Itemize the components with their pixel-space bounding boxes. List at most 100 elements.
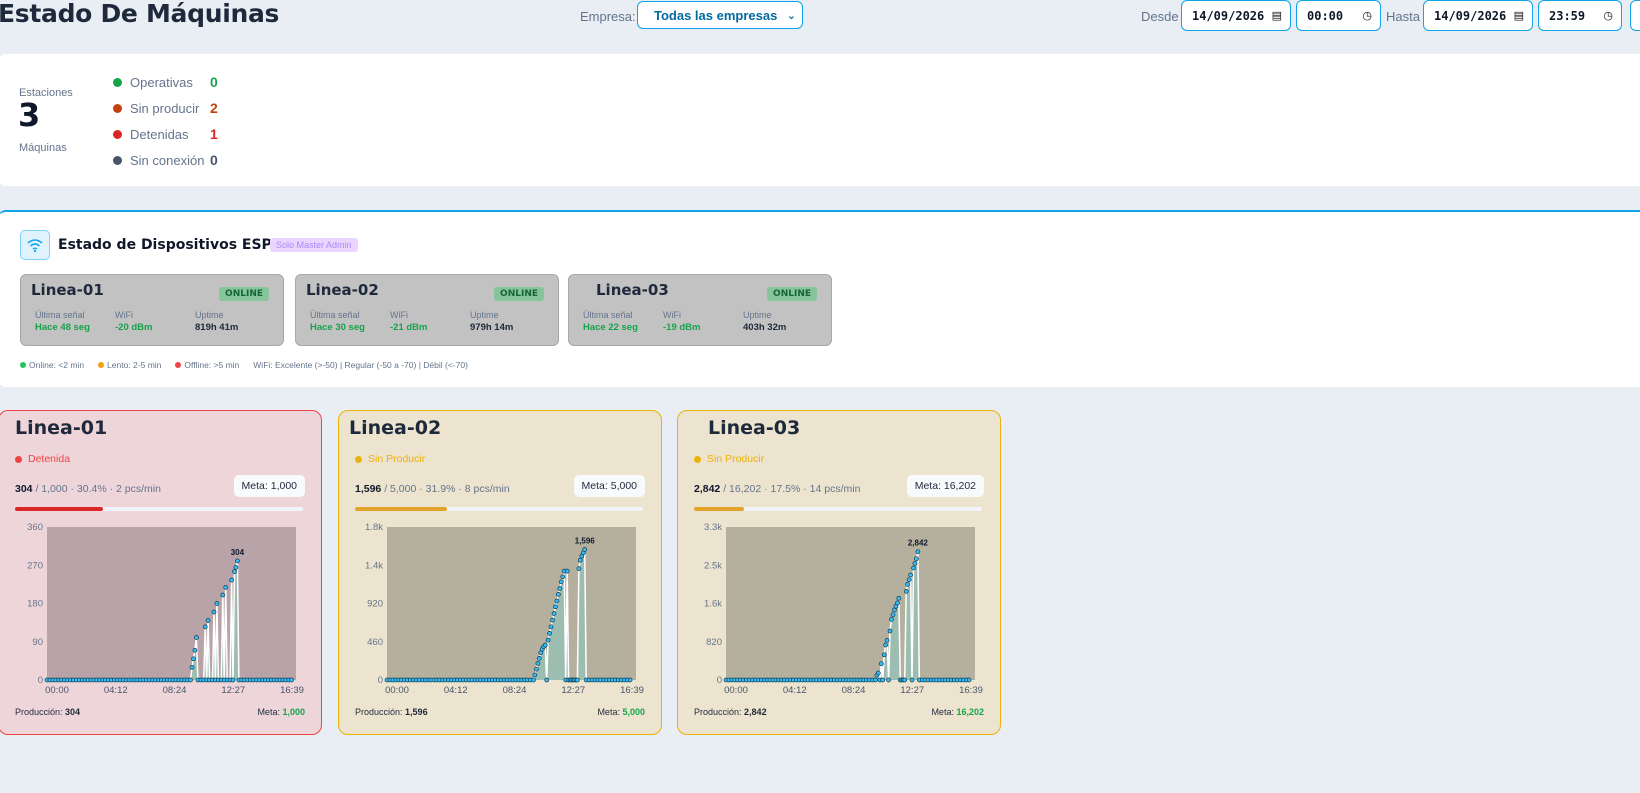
y-tick-label: 360 xyxy=(27,522,43,533)
y-tick-label: 1.4k xyxy=(365,560,383,571)
y-tick-label: 0 xyxy=(717,675,722,686)
hasta-date-input[interactable]: 14/09/2026 ▤ xyxy=(1423,0,1533,31)
status-value: 2 xyxy=(210,100,218,116)
clock-icon: ◷ xyxy=(1362,9,1372,22)
signal-label: Última señal xyxy=(310,310,360,320)
uptime-value: 403h 32m xyxy=(743,322,787,333)
signal-metric: Última señal Hace 30 seg xyxy=(310,310,365,333)
signal-value: Hace 48 seg xyxy=(35,322,90,333)
data-point xyxy=(887,628,893,634)
x-tick-label: 04:12 xyxy=(444,685,468,695)
x-tick-label: 16:39 xyxy=(620,685,644,695)
data-point xyxy=(205,618,211,623)
machine-card[interactable]: Linea-01 Detenida 304 / 1,000 · 30.4% · 2 … xyxy=(0,410,322,735)
data-point xyxy=(906,577,912,583)
data-point xyxy=(189,664,195,670)
meta-footer-label: Meta: xyxy=(257,707,280,717)
produced-value: 304 xyxy=(15,483,33,495)
machine-name: Linea-01 xyxy=(15,417,108,439)
data-point xyxy=(532,672,538,678)
wifi-value: -20 dBm xyxy=(115,322,153,333)
data-point xyxy=(535,661,541,666)
x-tick-label: 00:00 xyxy=(385,685,409,695)
data-point xyxy=(229,577,234,583)
status-label: Detenidas xyxy=(130,126,189,142)
machine-progress-text: 304 / 1,000 · 30.4% · 2 pcs/min xyxy=(15,483,161,495)
meta-footer-value: 16,202 xyxy=(956,707,984,717)
y-tick-label: 0 xyxy=(378,675,383,686)
meta-footer: Meta: 1,000 xyxy=(257,707,305,717)
data-point xyxy=(560,574,566,580)
x-tick-label: 12:27 xyxy=(900,685,924,695)
desde-time-input[interactable]: 00:00 ◷ xyxy=(1296,0,1381,31)
data-point xyxy=(966,677,972,683)
device-name: Linea-01 xyxy=(31,281,104,299)
data-point xyxy=(558,579,564,585)
machine-card[interactable]: Linea-03 Sin Producir 2,842 / 16,202 · 17.… xyxy=(677,410,1001,735)
device-card[interactable]: Linea-01 ONLINE Última señal Hace 48 seg WiF… xyxy=(20,274,284,346)
hasta-time-value: 23:59 xyxy=(1549,8,1586,23)
uptime-value: 819h 41m xyxy=(195,322,239,333)
data-point xyxy=(875,670,881,676)
data-point xyxy=(905,582,910,587)
empresa-label: Empresa: xyxy=(580,9,636,24)
calendar-icon: ▤ xyxy=(1271,9,1282,22)
status-value: 0 xyxy=(210,152,218,168)
wifi-label: WiFi xyxy=(663,310,681,320)
peak-label: 1,596 xyxy=(575,536,596,545)
status-label: Sin conexión xyxy=(130,152,205,168)
uptime-metric: Uptime 403h 32m xyxy=(743,310,786,333)
percent-value: 31.9% xyxy=(425,483,456,495)
data-point xyxy=(915,549,921,555)
rate-value: 2 pcs/min xyxy=(116,483,161,495)
production-value: 1,596 xyxy=(405,707,428,717)
x-tick-label: 12:27 xyxy=(221,685,245,695)
machine-card[interactable]: Linea-02 Sin Producir 1,596 / 5,000 · 31.9… xyxy=(338,410,662,735)
devices-title: Estado de Dispositivos ESP32 xyxy=(58,237,292,253)
wifi-label: WiFi xyxy=(115,310,133,320)
y-tick-label: 1.8k xyxy=(365,522,383,533)
y-tick-label: 920 xyxy=(367,599,383,610)
desde-date-input[interactable]: 14/09/2026 ▤ xyxy=(1181,0,1291,31)
meta-pill: Meta: 1,000 xyxy=(233,475,305,497)
machines-label: Máquinas xyxy=(19,142,67,154)
device-card[interactable]: Linea-03 ONLINE Última señal Hace 22 seg WiF… xyxy=(568,274,832,346)
status-dot-icon xyxy=(113,103,122,113)
production-footer: Producción: 2,842 xyxy=(694,707,767,717)
status-dot-icon xyxy=(113,155,122,165)
empresa-select[interactable]: Todas las empresas ⌄ xyxy=(637,1,803,29)
data-point xyxy=(909,677,915,683)
status-label: Operativas xyxy=(130,74,193,90)
meta-footer-value: 1,000 xyxy=(282,707,305,717)
device-card[interactable]: Linea-02 ONLINE Última señal Hace 30 seg WiF… xyxy=(295,274,559,346)
y-tick-label: 820 xyxy=(706,637,722,648)
data-point xyxy=(220,592,226,598)
data-point xyxy=(223,585,229,590)
machine-progress-text: 1,596 / 5,000 · 31.9% · 8 pcs/min xyxy=(355,483,510,495)
desde-date-value: 14/09/2026 xyxy=(1192,8,1265,23)
data-point xyxy=(627,677,633,683)
legend-slow: Lento: 2-5 min xyxy=(107,360,162,370)
apply-button[interactable] xyxy=(1630,0,1640,31)
data-point xyxy=(914,556,919,562)
summary-card: Estaciones 3 Máquinas Operativas 0 Sin pro… xyxy=(0,54,1640,186)
x-tick-label: 04:12 xyxy=(104,685,128,695)
data-point xyxy=(550,617,555,623)
signal-label: Última señal xyxy=(583,310,633,320)
status-label: Sin producir xyxy=(130,100,200,116)
machine-status-label: Sin Producir xyxy=(707,453,765,465)
plot-area xyxy=(387,527,636,680)
data-point xyxy=(556,592,561,597)
online-dot-icon xyxy=(20,362,26,368)
hasta-time-input[interactable]: 23:59 ◷ xyxy=(1538,0,1622,31)
x-tick-label: 16:39 xyxy=(280,685,304,695)
data-point xyxy=(202,624,208,630)
x-tick-label: 04:12 xyxy=(783,685,807,695)
y-tick-label: 0 xyxy=(38,675,43,686)
y-tick-label: 2.5k xyxy=(704,560,722,571)
progress-bar xyxy=(694,507,982,511)
wifi-label: WiFi xyxy=(390,310,408,320)
x-tick-label: 16:39 xyxy=(959,685,983,695)
legend-offline: Offline: >5 min xyxy=(184,360,240,370)
data-point xyxy=(873,677,878,683)
